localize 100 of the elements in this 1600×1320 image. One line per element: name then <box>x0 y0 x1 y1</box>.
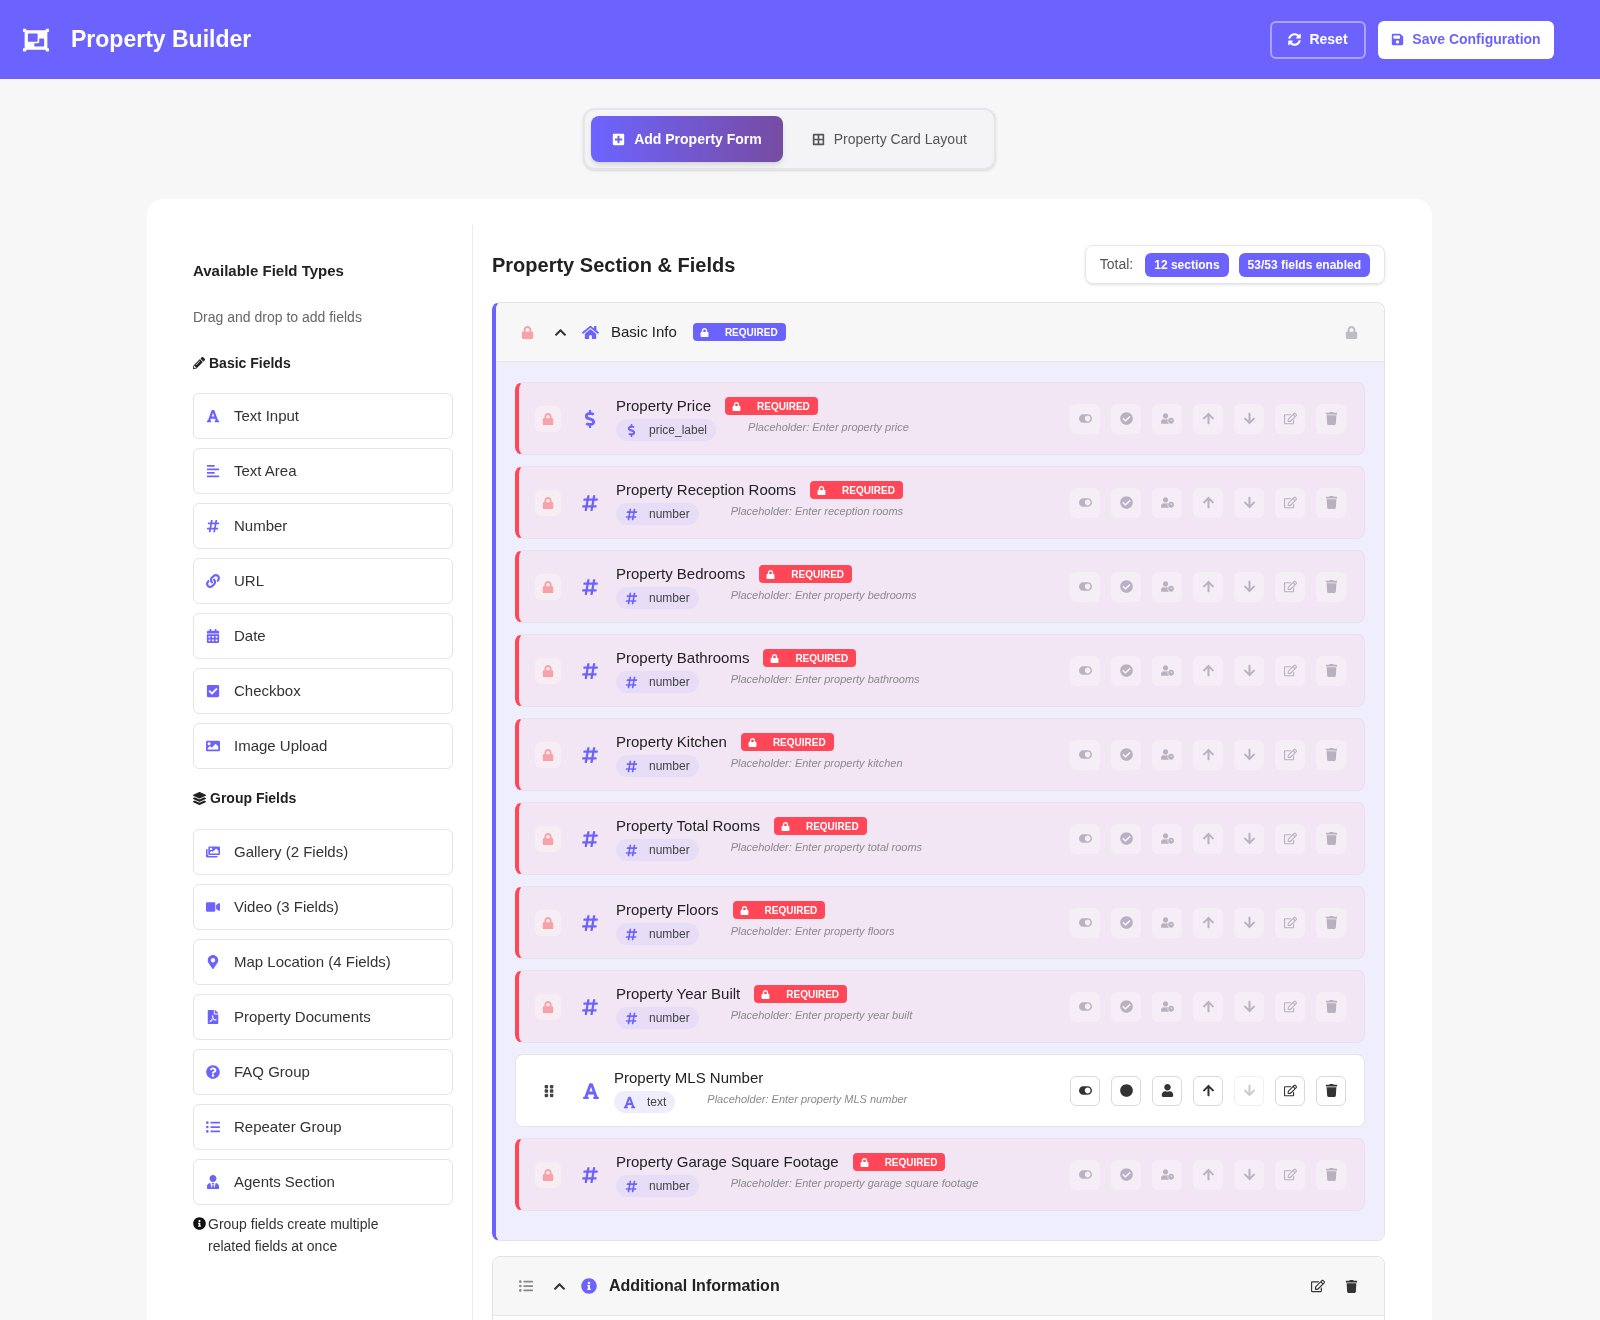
user-clock-icon <box>1160 1168 1174 1181</box>
lock-icon <box>542 832 554 845</box>
field-type-item[interactable]: Agents Section <box>193 1159 453 1205</box>
field-title: Property Price <box>616 396 712 416</box>
toggle-icon <box>1078 832 1092 845</box>
edit-icon <box>1283 580 1297 593</box>
lock-icon <box>732 401 742 411</box>
arrow-up-icon <box>1201 664 1215 677</box>
required-label: REQUIRED <box>884 1155 938 1170</box>
hashtag-icon <box>581 1165 599 1184</box>
map-pin-icon <box>206 955 220 969</box>
field-title: Property Year Built <box>616 984 741 1004</box>
field-type-item[interactable]: Text Area <box>193 448 453 494</box>
required-label: REQUIRED <box>791 567 845 582</box>
arrow-up-icon <box>1201 748 1215 761</box>
calendar-icon <box>206 629 220 643</box>
info-icon <box>581 1278 597 1294</box>
hashtag-icon <box>625 927 638 941</box>
field-type-label: number <box>649 842 690 859</box>
lock-icon <box>542 748 554 761</box>
placeholder-hint: Placeholder: Enter property year built <box>730 1007 913 1023</box>
drag-handle-icon[interactable] <box>542 1083 556 1098</box>
toggle-icon <box>1078 412 1092 425</box>
field-type-item[interactable]: Property Documents <box>193 994 453 1040</box>
edit-icon <box>1283 664 1297 677</box>
agent-button[interactable] <box>1152 1075 1182 1106</box>
field-type-label: text <box>647 1094 667 1111</box>
group-heading: Group Fields <box>210 788 297 808</box>
delete-button[interactable] <box>1316 1075 1346 1106</box>
image-icon <box>206 739 220 753</box>
user-clock-icon <box>1160 832 1174 845</box>
checkbox-icon <box>206 684 220 698</box>
field-type-item[interactable]: FAQ Group <box>193 1049 453 1095</box>
lock-icon <box>542 1000 554 1013</box>
field-type-item[interactable]: Map Location (4 Fields) <box>193 939 453 985</box>
edit-icon[interactable] <box>1311 1279 1325 1293</box>
trash-icon[interactable] <box>1345 1279 1358 1293</box>
dollar-icon <box>625 423 638 437</box>
images-icon <box>206 845 220 859</box>
pdf-file-icon <box>206 1010 220 1024</box>
arrow-down-icon <box>1242 580 1256 593</box>
trash-icon <box>1324 748 1338 761</box>
hashtag-icon <box>625 1011 638 1025</box>
lock-icon <box>542 580 554 593</box>
field-type-item[interactable]: Gallery (2 Fields) <box>193 829 453 875</box>
field-type-item[interactable]: Number <box>193 503 453 549</box>
user-clock-icon <box>1160 1000 1174 1013</box>
edit-icon <box>1283 916 1297 929</box>
required-button[interactable] <box>1111 1075 1141 1106</box>
hashtag-icon <box>581 997 599 1016</box>
edit-icon <box>1283 832 1297 845</box>
toggle-button[interactable] <box>1070 1075 1100 1106</box>
field-type-item[interactable]: Text Input <box>193 393 453 439</box>
toggle-icon <box>1078 496 1092 509</box>
section-header[interactable]: Basic Info REQUIRED <box>496 303 1384 362</box>
arrow-down-icon <box>1242 1168 1256 1181</box>
required-label: REQUIRED <box>764 903 818 918</box>
field-type-item[interactable]: Checkbox <box>193 668 453 714</box>
arrow-up-icon <box>1201 1168 1215 1181</box>
arrow-up-icon <box>1201 832 1215 845</box>
user-clock-icon <box>1160 916 1174 929</box>
field-title: Property Total Rooms <box>616 816 760 836</box>
field-type-item[interactable]: Image Upload <box>193 723 453 769</box>
sidebar-subtitle: Drag and drop to add fields <box>193 308 363 327</box>
placeholder-hint: Placeholder: Enter property price <box>748 419 909 435</box>
link-icon <box>206 574 220 588</box>
lock-icon <box>817 485 827 495</box>
field-type-item[interactable]: Video (3 Fields) <box>193 884 453 930</box>
lock-icon <box>542 1168 554 1181</box>
placeholder-hint: Placeholder: Enter property bedrooms <box>730 587 917 603</box>
toggle-icon <box>1078 916 1092 929</box>
hashtag-icon <box>581 913 599 932</box>
section-header[interactable]: Additional Information <box>493 1257 1384 1316</box>
hashtag-icon <box>581 577 599 596</box>
lock-icon <box>761 989 771 999</box>
group-heading: Basic Fields <box>209 353 291 373</box>
edit-button[interactable] <box>1275 1075 1305 1106</box>
save-button[interactable]: Save Configuration <box>1378 20 1554 59</box>
field-title: Property Bedrooms <box>616 564 746 584</box>
field-type-item[interactable]: Repeater Group <box>193 1104 453 1150</box>
section-title: Additional Information <box>609 1276 780 1296</box>
field-type-item[interactable]: URL <box>193 558 453 604</box>
reset-button[interactable]: Reset <box>1270 20 1366 59</box>
user-clock-icon <box>1160 748 1174 761</box>
move-up-button[interactable] <box>1193 1075 1223 1106</box>
field-type-item[interactable]: Date <box>193 613 453 659</box>
house-icon <box>582 323 599 341</box>
tab[interactable]: Add Property Form <box>591 116 783 162</box>
lock-icon <box>859 1157 869 1167</box>
list-handle-icon[interactable] <box>519 1279 533 1293</box>
sidebar-title: Available Field Types <box>193 261 345 281</box>
edit-icon <box>1283 1168 1297 1181</box>
placeholder-hint: Placeholder: Enter property kitchen <box>730 755 903 771</box>
hashtag-icon <box>581 829 599 848</box>
user-clock-icon <box>1160 496 1174 509</box>
tab[interactable]: Property Card Layout <box>790 116 988 162</box>
placeholder-hint: Placeholder: Enter property total rooms <box>730 839 923 855</box>
placeholder-hint: Placeholder: Enter property garage square footage <box>730 1175 979 1191</box>
user-clock-icon <box>1160 580 1174 593</box>
grid-icon <box>811 132 825 146</box>
